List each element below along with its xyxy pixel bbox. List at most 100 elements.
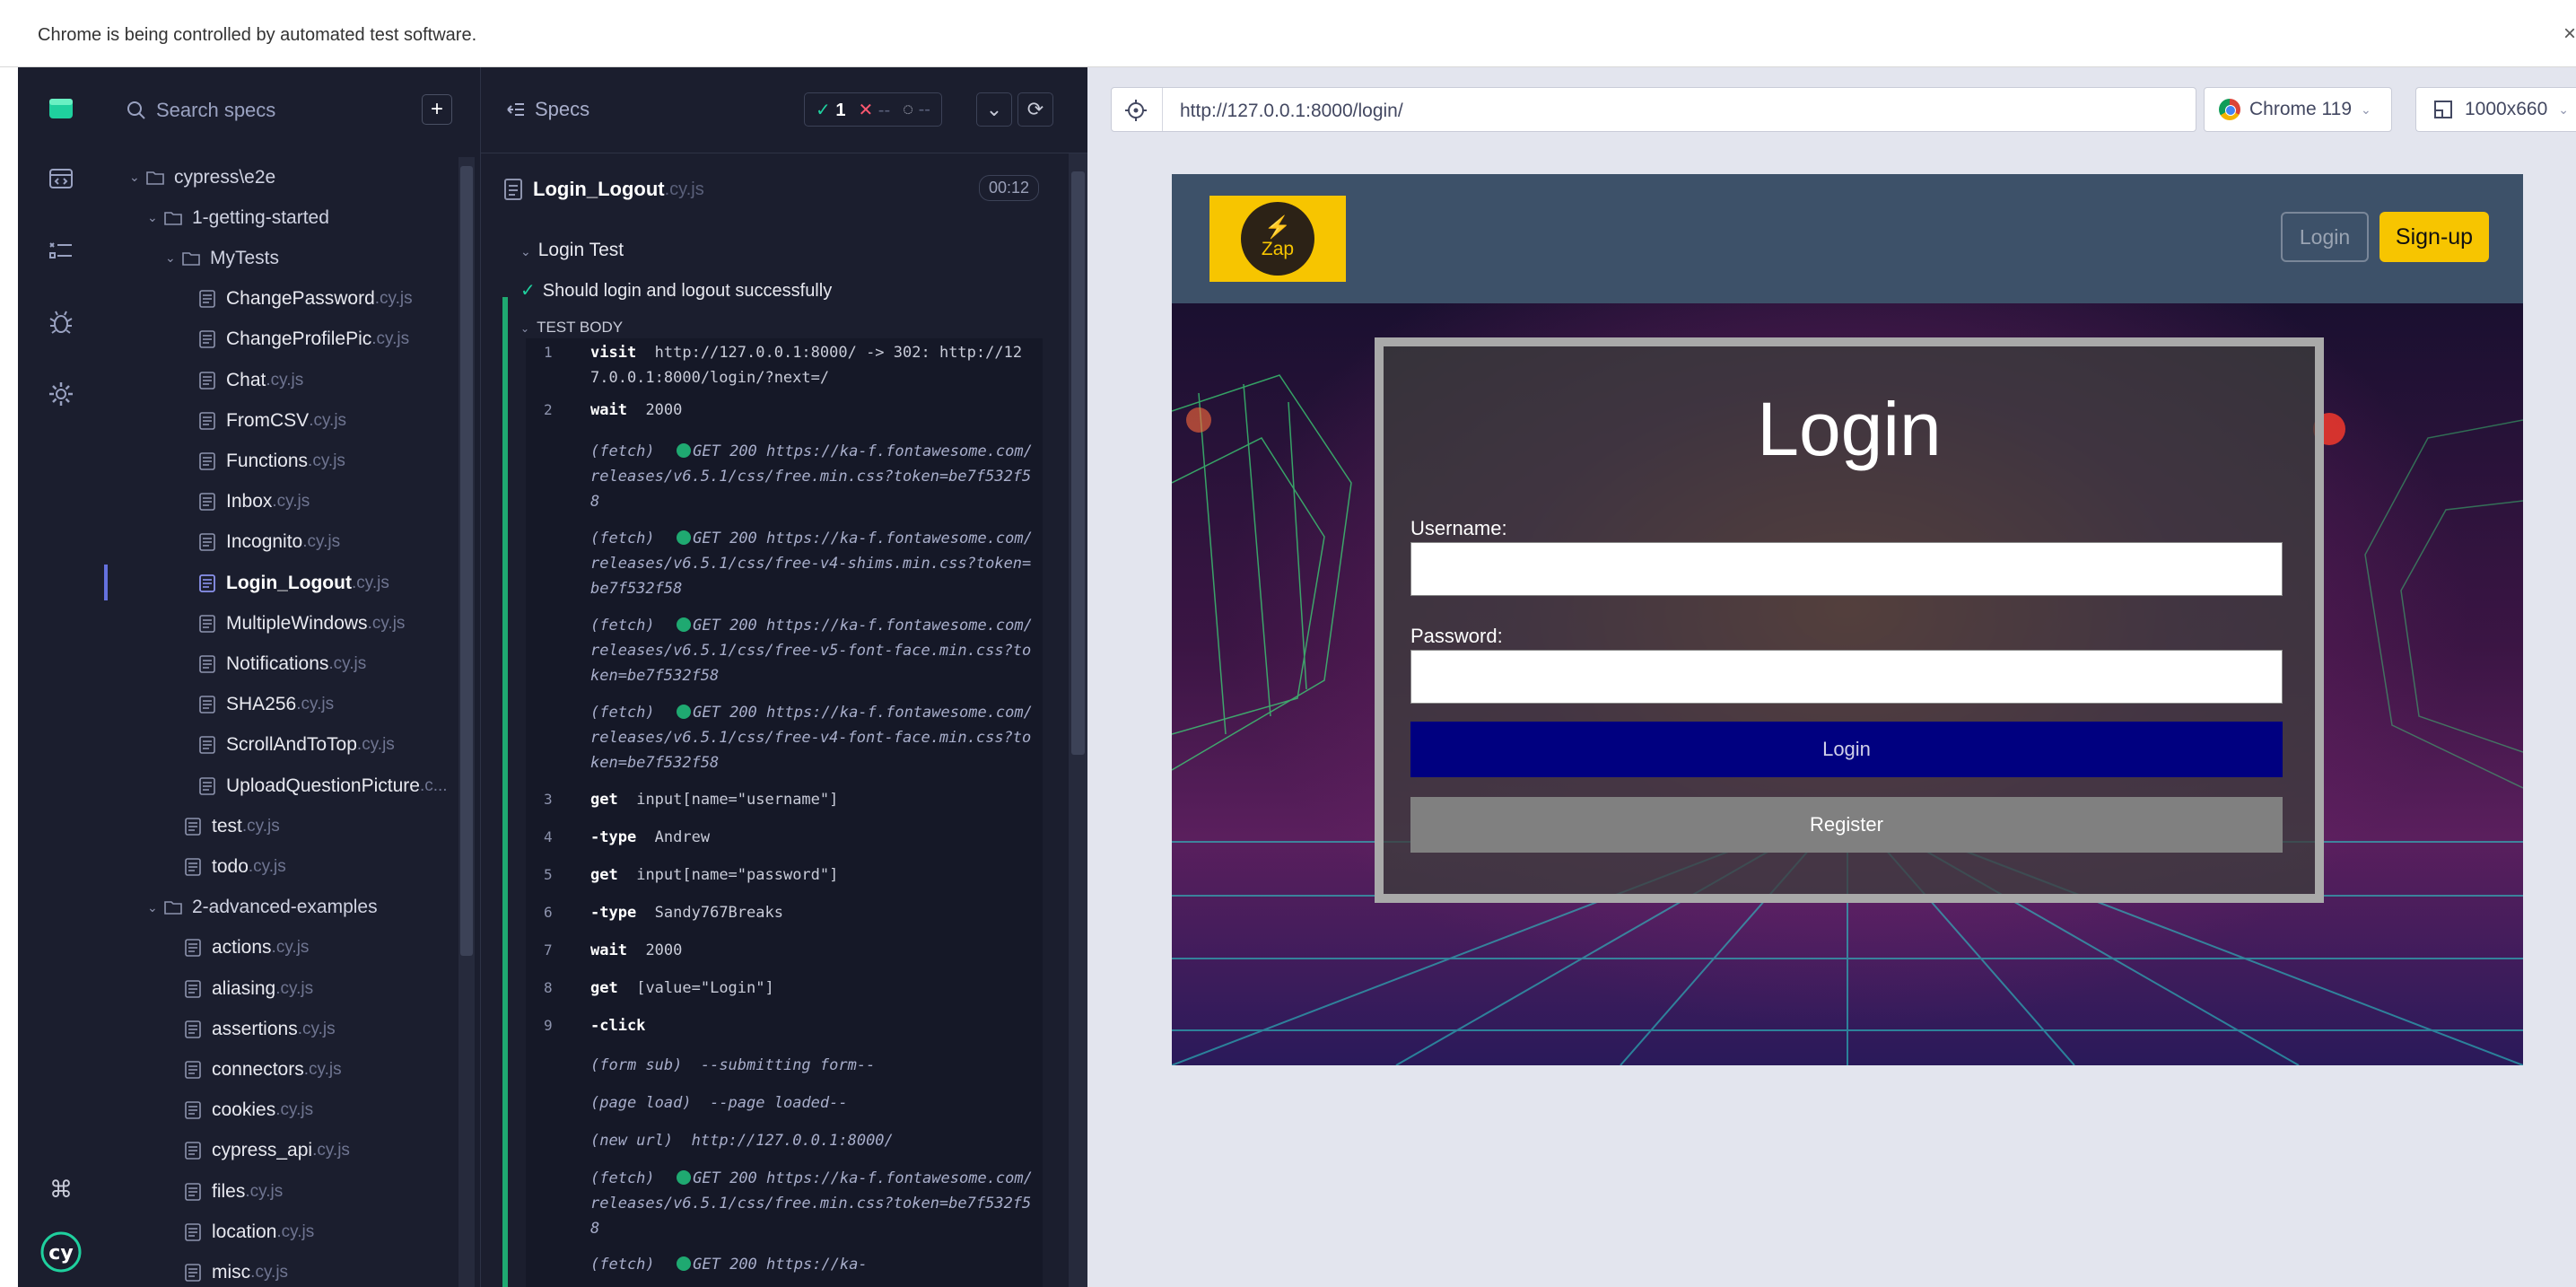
specs-sidebar: + ⌄ cypress\e2e ⌄ 1-getting-started ⌄ MyTests… — [104, 67, 481, 1287]
chevron-down-icon: ⌄ — [129, 170, 140, 184]
file-name: ChangePassword — [226, 288, 375, 310]
event-message: --submitting form-- — [700, 1056, 876, 1074]
file-name: cookies — [212, 1099, 276, 1121]
file-ext: .cy.js — [275, 1100, 314, 1120]
selector-playground-crosshair-icon[interactable] — [1124, 99, 1148, 122]
specs-nav-icon[interactable] — [43, 161, 79, 197]
file-icon — [199, 655, 215, 673]
add-spec-button[interactable]: + — [422, 94, 452, 125]
spec-file[interactable]: ChangePassword .cy.js — [104, 279, 454, 320]
spec-file[interactable]: aliasing .cy.js — [104, 968, 454, 1009]
file-name: assertions — [212, 1018, 298, 1039]
spec-file[interactable]: FromCSV .cy.js — [104, 400, 454, 441]
event-type: (fetch) — [590, 1169, 655, 1187]
spec-file[interactable]: files .cy.js — [104, 1171, 454, 1212]
viewport-size: 1000x660 — [2465, 99, 2548, 119]
logo-text: Zap — [1261, 239, 1295, 259]
event-message: https://ka-f.fontawesome.com/releases/v6… — [590, 1169, 1033, 1238]
spec-file[interactable]: assertions .cy.js — [104, 1009, 454, 1049]
command-message: [value="Login"] — [636, 979, 774, 997]
specs-toggle-button[interactable]: Specs — [506, 98, 589, 121]
spec-file[interactable]: ChangeProfilePic .cy.js — [104, 320, 454, 360]
spec-folder[interactable]: ⌄ 1-getting-started — [104, 197, 454, 238]
file-icon — [199, 573, 215, 592]
command-name: wait — [590, 401, 627, 419]
chevron-down-icon: ⌄ — [165, 250, 176, 266]
file-name: files — [212, 1180, 246, 1202]
spec-file[interactable]: Inbox .cy.js — [104, 482, 454, 522]
spec-file[interactable]: Chat .cy.js — [104, 360, 454, 400]
spec-file[interactable]: MultipleWindows .cy.js — [104, 603, 454, 644]
spec-file[interactable]: misc .cy.js — [104, 1252, 454, 1287]
nav-signup-button[interactable]: Sign-up — [2380, 212, 2489, 262]
spec-file[interactable]: cypress_api .cy.js — [104, 1131, 454, 1171]
search-specs-input[interactable] — [156, 94, 389, 127]
command-log-scrollbar[interactable] — [1069, 153, 1087, 1287]
nav-login-button[interactable]: Login — [2281, 212, 2369, 262]
runs-nav-icon[interactable] — [43, 232, 79, 268]
file-name: Incognito — [226, 531, 303, 553]
chevron-down-icon: ⌄ — [147, 899, 158, 915]
command-message: input[name="username"] — [636, 791, 839, 809]
keyboard-shortcuts-icon[interactable]: ⌘ — [43, 1171, 79, 1207]
rerun-refresh-icon[interactable]: ⟳ — [1017, 92, 1053, 127]
event-type: (fetch) — [590, 704, 655, 722]
file-name: location — [212, 1221, 277, 1242]
spec-file[interactable]: test .cy.js — [104, 806, 454, 846]
close-icon[interactable]: × — [2563, 22, 2576, 47]
settings-gear-icon[interactable] — [43, 376, 79, 412]
debug-nav-icon[interactable] — [43, 304, 79, 340]
spec-file[interactable]: todo .cy.js — [104, 846, 454, 887]
nav-rail: ⌘ cy — [18, 67, 104, 1287]
spec-folder[interactable]: ⌄ cypress\e2e — [104, 157, 454, 197]
file-icon — [185, 1101, 201, 1119]
spec-file[interactable]: Notifications .cy.js — [104, 644, 454, 684]
spec-file-name: Login_Logout — [533, 178, 665, 200]
spec-file[interactable]: cookies .cy.js — [104, 1090, 454, 1131]
file-icon — [185, 939, 201, 958]
file-name: test — [212, 815, 242, 836]
spec-file[interactable]: Incognito .cy.js — [104, 522, 454, 563]
file-name: Functions — [226, 450, 309, 471]
test-title[interactable]: ✓ Should login and logout successfully — [520, 279, 832, 302]
folder-name: MyTests — [210, 247, 280, 268]
viewport-info[interactable]: 1000x660 ⌄ — [2415, 87, 2576, 132]
test-body-header[interactable]: ⌄ TEST BODY — [520, 319, 623, 337]
spec-tree-scrollbar[interactable] — [458, 157, 475, 1287]
zap-logo[interactable]: ⚡ Zap — [1209, 196, 1346, 282]
spec-file[interactable]: location .cy.js — [104, 1212, 454, 1252]
spec-folder[interactable]: ⌄ 2-advanced-examples — [104, 888, 454, 928]
register-button[interactable]: Register — [1410, 797, 2283, 853]
spec-file[interactable]: SHA256 .cy.js — [104, 685, 454, 725]
username-input[interactable] — [1410, 542, 2283, 596]
file-name: aliasing — [212, 977, 276, 999]
spec-file[interactable]: Functions .cy.js — [104, 441, 454, 481]
url-bar[interactable]: http://127.0.0.1:8000/login/ — [1111, 87, 2196, 132]
folder-name: cypress\e2e — [174, 166, 276, 188]
file-name: Login_Logout — [226, 572, 352, 593]
spec-file[interactable]: connectors .cy.js — [104, 1049, 454, 1090]
cypress-logo-icon[interactable]: cy — [39, 1230, 83, 1274]
command-message: Andrew — [654, 828, 711, 846]
file-icon — [185, 1020, 201, 1038]
file-name: Chat — [226, 369, 266, 390]
chevron-down-icon[interactable]: ⌄ — [976, 92, 1012, 127]
event-message: https://ka-f.fontawesome.com/releases/v6… — [590, 704, 1033, 772]
spec-folder[interactable]: ⌄ MyTests — [104, 238, 454, 278]
password-input[interactable] — [1410, 650, 2283, 704]
lightning-bolt-icon: ⚡ — [1264, 215, 1291, 240]
spec-file[interactable]: Login_Logout .cy.js — [104, 563, 454, 603]
passed-check-icon: ✓ — [816, 100, 831, 120]
test-name: Should login and logout successfully — [542, 281, 833, 301]
spec-file[interactable]: actions .cy.js — [104, 928, 454, 968]
spec-file[interactable]: ScrollAndToTop .cy.js — [104, 725, 454, 766]
login-submit-button[interactable]: Login — [1410, 722, 2283, 777]
suite-title[interactable]: ⌄ Login Test — [520, 240, 624, 261]
chevron-down-icon: ⌄ — [2361, 101, 2371, 117]
spec-file[interactable]: UploadQuestionPicture .c... — [104, 766, 454, 806]
browser-selector[interactable]: Chrome 119 ⌄ — [2204, 87, 2392, 132]
cypress-app-logo-icon[interactable] — [43, 91, 79, 127]
file-ext: .cy.js — [250, 1262, 289, 1282]
spec-search-row: + — [104, 67, 481, 153]
file-name: actions — [212, 937, 272, 959]
